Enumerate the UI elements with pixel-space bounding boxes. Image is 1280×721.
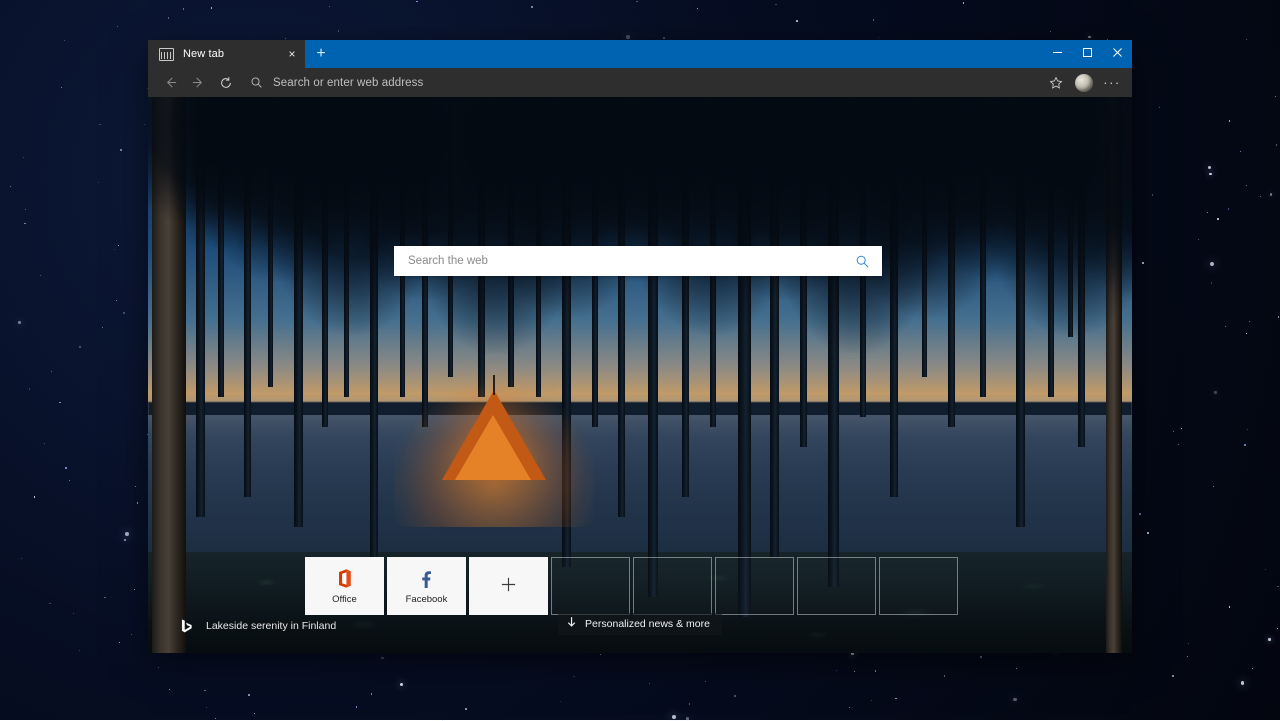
- tile-placeholder[interactable]: [797, 557, 876, 615]
- plus-icon: [500, 576, 517, 597]
- browser-toolbar: Search or enter web address ···: [148, 68, 1132, 97]
- tile-placeholder[interactable]: [633, 557, 712, 615]
- settings-dots: ···: [1103, 76, 1121, 89]
- tile-placeholder[interactable]: [879, 557, 958, 615]
- tree-trunk: [1106, 97, 1122, 653]
- tile-label: Office: [332, 594, 357, 605]
- tile-placeholder[interactable]: [551, 557, 630, 615]
- avatar[interactable]: [1070, 70, 1098, 96]
- title-bar: New tab × +: [148, 40, 1132, 68]
- address-bar[interactable]: Search or enter web address: [248, 71, 1038, 95]
- address-bar-placeholder: Search or enter web address: [273, 77, 423, 89]
- facebook-logo-icon: [417, 568, 436, 590]
- search-input[interactable]: [406, 254, 852, 268]
- attribution-text: Lakeside serenity in Finland: [206, 620, 336, 632]
- browser-tab[interactable]: New tab ×: [148, 40, 305, 68]
- title-bar-drag-region[interactable]: [337, 40, 1042, 68]
- forward-arrow-icon[interactable]: [184, 70, 212, 96]
- search-icon: [250, 76, 263, 89]
- news-button-label: Personalized news & more: [585, 618, 710, 630]
- tree-trunk: [980, 97, 986, 397]
- top-sites-tiles: Office Facebook: [305, 557, 958, 615]
- tree-trunk: [1068, 97, 1073, 337]
- add-tile-button[interactable]: [469, 557, 548, 615]
- arrow-down-icon: [567, 617, 576, 631]
- close-icon[interactable]: [1102, 40, 1132, 64]
- image-attribution[interactable]: Lakeside serenity in Finland: [180, 618, 336, 633]
- personalized-news-button[interactable]: Personalized news & more: [558, 613, 722, 635]
- back-arrow-icon[interactable]: [156, 70, 184, 96]
- tile-facebook[interactable]: Facebook: [387, 557, 466, 615]
- new-tab-page: Office Facebook Lakeside serenity in Finl…: [148, 97, 1132, 653]
- tab-label: New tab: [183, 48, 279, 60]
- tent-lit-fabric: [455, 415, 531, 480]
- newtab-page-icon: [159, 48, 174, 61]
- maximize-icon[interactable]: [1072, 40, 1102, 64]
- tile-label: Facebook: [406, 594, 448, 605]
- tile-office[interactable]: Office: [305, 557, 384, 615]
- minimize-icon[interactable]: [1042, 40, 1072, 64]
- close-tab-icon[interactable]: ×: [279, 41, 305, 67]
- window-controls: [1042, 40, 1132, 64]
- refresh-icon[interactable]: [212, 70, 240, 96]
- web-search-box[interactable]: [394, 246, 882, 276]
- settings-and-more-icon[interactable]: ···: [1098, 70, 1126, 96]
- search-icon[interactable]: [852, 251, 872, 271]
- office-logo-icon: [334, 568, 355, 590]
- bing-logo-icon: [180, 618, 193, 633]
- browser-window: New tab × +: [148, 40, 1132, 653]
- new-tab-button[interactable]: +: [305, 40, 337, 68]
- tile-placeholder[interactable]: [715, 557, 794, 615]
- tent-pole: [493, 375, 495, 395]
- star-icon[interactable]: [1042, 70, 1070, 96]
